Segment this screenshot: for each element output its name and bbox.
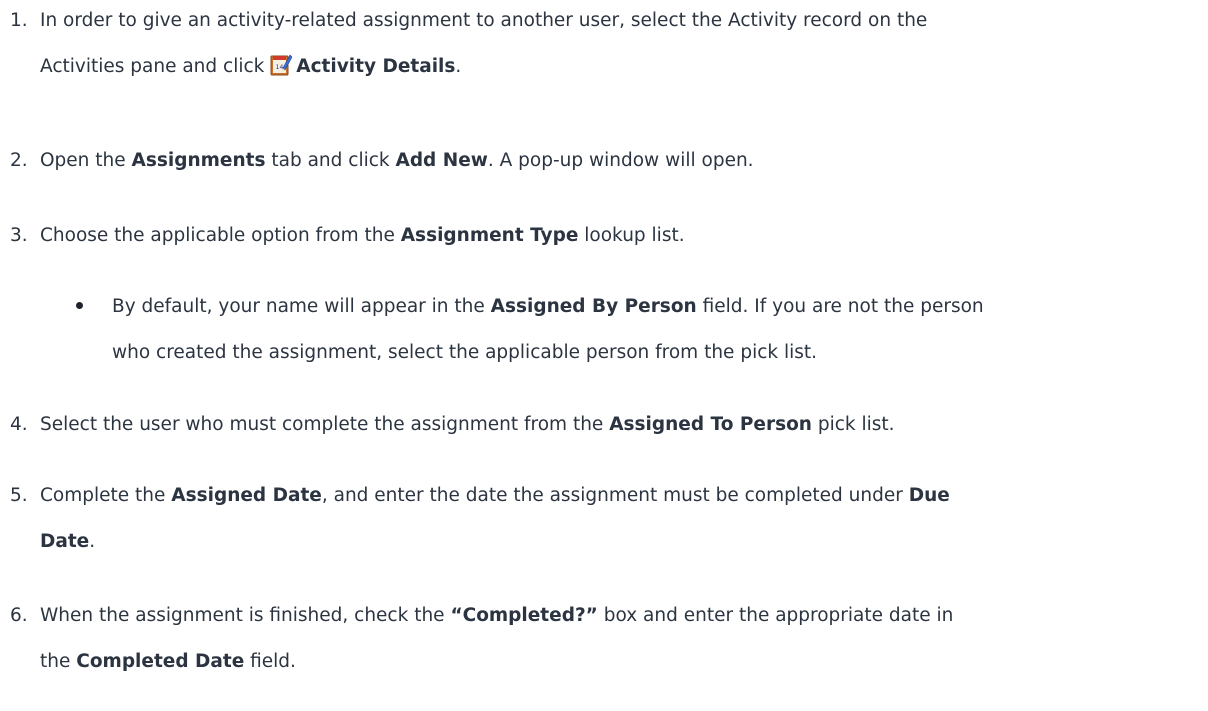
step-text-line: the Completed Date field. [40,651,296,672]
step-text-line: Date. [40,531,96,552]
step-text-line: Open the Assignments tab and click Add N… [40,150,754,171]
step-text-line: Activities pane and click 14 Activity De… [40,42,461,92]
note-text-line: By default, your name will appear in the… [112,296,984,317]
step-text-line: Select the user who must complete the as… [40,414,895,435]
step-number: 6. [10,605,28,626]
step-number: 1. [10,10,28,31]
step-text-line: Complete the Assigned Date, and enter th… [40,485,950,506]
step-number: 5. [10,485,28,506]
step-number: 2. [10,150,28,171]
note-text-line: who created the assignment, select the a… [112,342,818,363]
bullet [76,302,83,309]
step-text-line: Choose the applicable option from the As… [40,225,685,246]
step-number: 3. [10,225,28,246]
activity-details-icon: 14 [270,46,293,76]
step-text-line: In order to give an activity-related ass… [40,10,928,31]
step-number: 4. [10,414,28,435]
step-text-line: When the assignment is finished, check t… [40,605,954,626]
svg-text:14: 14 [276,64,284,71]
